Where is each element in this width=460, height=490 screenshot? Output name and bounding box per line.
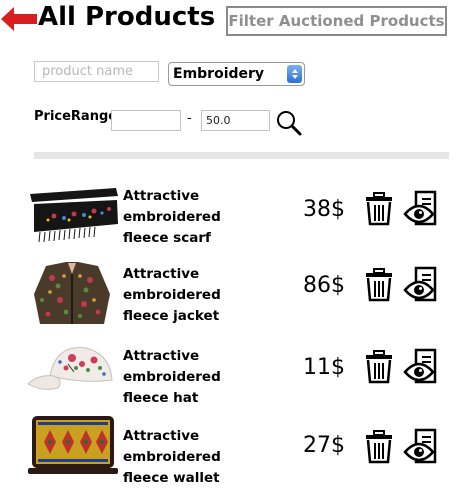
product-name-line-2: fleece scarf bbox=[123, 230, 211, 246]
product-row: Attractive embroidered fleece wallet 27$ bbox=[0, 410, 460, 490]
product-name-line-1: Attractive embroidered bbox=[123, 428, 221, 465]
trash-icon[interactable] bbox=[364, 268, 394, 302]
price-min-input[interactable] bbox=[111, 110, 181, 131]
product-name-line-2: fleece jacket bbox=[123, 308, 220, 324]
view-document-icon[interactable] bbox=[403, 428, 441, 466]
product-name-line-2: fleece hat bbox=[123, 390, 199, 406]
product-price: 86$ bbox=[303, 273, 345, 298]
view-document-icon[interactable] bbox=[403, 348, 441, 386]
hat-image bbox=[27, 347, 113, 390]
price-range-label: PriceRange bbox=[34, 109, 118, 124]
search-icon[interactable] bbox=[276, 110, 302, 136]
product-name: Attractive embroidered fleece scarf bbox=[123, 186, 298, 249]
view-document-icon[interactable] bbox=[403, 190, 441, 228]
product-row: Attractive embroidered fleece jacket 86$ bbox=[0, 260, 460, 340]
product-row: Attractive embroidered fleece scarf 38$ bbox=[0, 180, 460, 260]
product-name: Attractive embroidered fleece jacket bbox=[123, 264, 298, 327]
price-range-separator: - bbox=[187, 111, 192, 126]
product-name: Attractive embroidered fleece hat bbox=[123, 346, 298, 409]
wallet-image bbox=[28, 416, 118, 474]
product-price: 27$ bbox=[303, 433, 345, 458]
category-select[interactable]: Embroidery bbox=[168, 62, 305, 86]
divider bbox=[34, 152, 449, 159]
trash-icon[interactable] bbox=[364, 350, 394, 384]
product-name-line-2: fleece wallet bbox=[123, 470, 220, 486]
product-name-line-1: Attractive embroidered bbox=[123, 266, 221, 303]
page-title: All Products bbox=[38, 2, 216, 32]
select-arrows-icon bbox=[287, 65, 302, 83]
product-name: Attractive embroidered fleece wallet bbox=[123, 426, 298, 489]
product-name-input[interactable] bbox=[34, 61, 159, 82]
trash-icon[interactable] bbox=[364, 192, 394, 226]
back-arrow-icon[interactable] bbox=[1, 7, 37, 31]
category-selected-value: Embroidery bbox=[173, 66, 265, 82]
jacket-image bbox=[34, 262, 110, 324]
price-max-input[interactable] bbox=[201, 110, 270, 131]
scarf-image bbox=[30, 188, 118, 243]
trash-icon[interactable] bbox=[364, 430, 394, 464]
filter-auctioned-products-button[interactable]: Filter Auctioned Products bbox=[226, 6, 447, 36]
product-name-line-1: Attractive embroidered bbox=[123, 348, 221, 385]
product-price: 11$ bbox=[303, 355, 345, 380]
product-row: Attractive embroidered fleece hat 11$ bbox=[0, 340, 460, 420]
view-document-icon[interactable] bbox=[403, 266, 441, 304]
product-price: 38$ bbox=[303, 197, 345, 222]
product-name-line-1: Attractive embroidered bbox=[123, 188, 221, 225]
